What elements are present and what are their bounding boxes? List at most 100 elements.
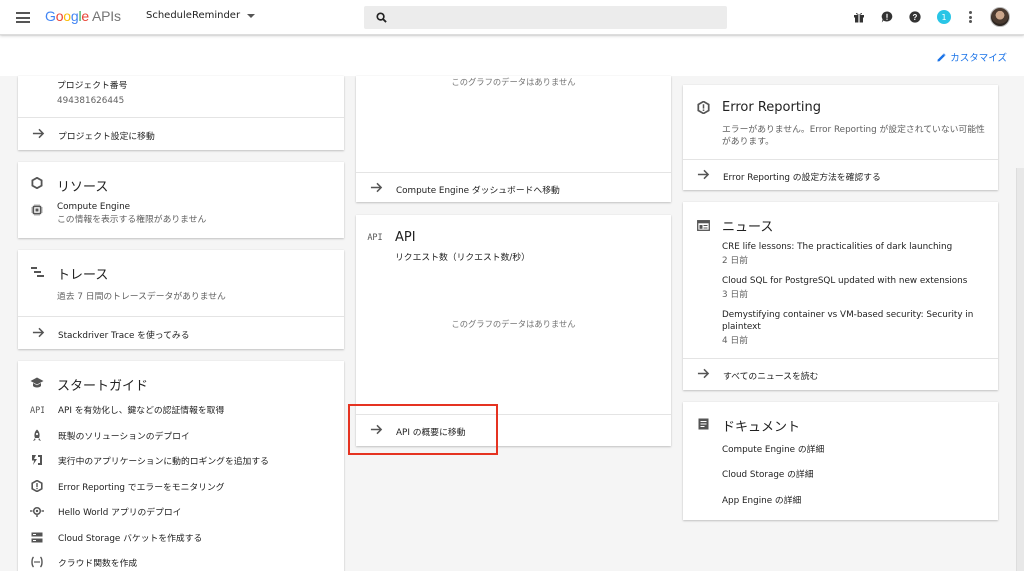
functions-icon	[30, 555, 44, 569]
guide-item[interactable]: Error Reporting でエラーをモニタリング	[18, 477, 338, 495]
highlight-box	[348, 404, 498, 455]
school-icon	[30, 376, 44, 390]
search-input[interactable]	[364, 6, 727, 29]
error-reporting-icon	[30, 479, 44, 493]
resources-icon	[30, 176, 44, 190]
guide-item-label: Cloud Storage バケットを作成する	[58, 534, 203, 544]
project-selector[interactable]: ScheduleReminder	[146, 10, 256, 21]
api-icon: API	[367, 233, 383, 243]
dashboard-toolbar: カスタマイズ	[0, 36, 1024, 76]
guide-item[interactable]: Cloud Storage バケットを作成する	[18, 528, 338, 546]
divider	[683, 358, 998, 359]
project-number: 494381626445	[57, 96, 125, 106]
app-engine-icon	[30, 504, 44, 518]
resources-card: リソース Compute Engine この情報を表示する権限がありません	[18, 162, 344, 238]
trace-card: トレース 過去 7 日間のトレースデータがありません Stackdriver T…	[18, 250, 344, 349]
guide-item-label: Error Reporting でエラーをモニタリング	[58, 483, 225, 493]
doc-link[interactable]: Cloud Storage の詳細	[722, 469, 814, 481]
more-vert-icon[interactable]	[969, 11, 973, 25]
arrow-right-icon	[32, 128, 45, 139]
error-reporting-card: Error Reporting エラーがありません。Error Reportin…	[683, 85, 998, 190]
permission-note: この情報を表示する権限がありません	[57, 215, 207, 225]
doc-link[interactable]: App Engine の詳細	[722, 495, 801, 507]
customize-button[interactable]: カスタマイズ	[937, 50, 1007, 64]
news-item-age: 4 日前	[722, 336, 748, 346]
trace-note: 過去 7 日間のトレースデータがありません	[57, 292, 226, 302]
guide-item-label: Hello World アプリのデプロイ	[58, 508, 182, 518]
arrow-right-icon	[32, 327, 45, 338]
documentation-card: ドキュメント Compute Engine の詳細 Cloud Storage …	[683, 402, 998, 520]
trace-title: トレース	[57, 268, 109, 283]
divider	[356, 172, 671, 173]
gift-icon[interactable]	[852, 10, 866, 24]
api-subtitle: リクエスト数（リクエスト数/秒）	[395, 253, 530, 263]
no-chart-data: このグラフのデータはありません	[451, 77, 576, 87]
svg-text:?: ?	[913, 13, 918, 22]
error-reporting-setup-link[interactable]: Error Reporting の設定方法を確認する	[683, 161, 998, 189]
news-item-title[interactable]: Demystifying container vs VM-based secur…	[722, 309, 982, 333]
error-reporting-title: Error Reporting	[722, 100, 822, 115]
chevron-down-icon	[247, 13, 256, 18]
news-item-title[interactable]: Cloud SQL for PostgreSQL updated with ne…	[722, 275, 988, 287]
feedback-icon[interactable]	[880, 10, 894, 24]
try-stackdriver-trace-link[interactable]: Stackdriver Trace を使ってみる	[18, 319, 344, 347]
error-reporting-text: エラーがありません。Error Reporting が設定されていない可能性があ…	[722, 125, 985, 147]
read-all-news-label: すべてのニュースを読む	[723, 372, 819, 382]
notifications-badge[interactable]: 1	[937, 10, 951, 24]
project-number-label: プロジェクト番号	[57, 81, 128, 91]
pencil-icon	[937, 52, 946, 62]
error-reporting-icon	[696, 100, 710, 114]
guide-item-label: 実行中のアプリケーションに動的ロギングを追加する	[58, 457, 269, 467]
compute-dashboard-label: Compute Engine ダッシュボードへ移動	[396, 186, 560, 196]
project-info-card: プロジェクト番号 494381626445 プロジェクト設定に移動	[18, 76, 344, 150]
news-card: ニュース CRE life lessons: The practicalitie…	[683, 202, 998, 390]
page-scrollbar[interactable]	[1016, 168, 1024, 571]
storage-icon	[30, 530, 44, 544]
no-chart-data: このグラフのデータはありません	[451, 319, 576, 329]
google-apis-logo[interactable]: Google APIs	[45, 8, 121, 24]
news-icon	[696, 218, 710, 232]
compute-dashboard-link[interactable]: Compute Engine ダッシュボードへ移動	[356, 174, 671, 202]
arrow-right-icon	[697, 169, 710, 180]
divider	[18, 117, 344, 118]
try-stackdriver-trace-label: Stackdriver Trace を使ってみる	[58, 331, 190, 341]
project-name: ScheduleReminder	[146, 10, 241, 21]
project-settings-link[interactable]: プロジェクト設定に移動	[18, 120, 344, 148]
doc-link[interactable]: Compute Engine の詳細	[722, 444, 824, 456]
guide-item[interactable]: API API を有効化し、鍵などの認証情報を取得	[18, 400, 338, 418]
read-all-news-link[interactable]: すべてのニュースを読む	[683, 360, 998, 388]
svg-text:API: API	[30, 406, 44, 414]
guide-item-label: クラウド関数を作成	[58, 559, 138, 569]
guide-item-label: 既製のソリューションのデプロイ	[58, 432, 190, 442]
arrow-right-icon	[370, 182, 383, 193]
getting-started-title: スタートガイド	[57, 379, 149, 394]
rocket-icon	[30, 428, 44, 442]
avatar[interactable]	[990, 7, 1010, 27]
top-bar: Google APIs ScheduleReminder ? 1	[0, 0, 1024, 35]
debug-icon	[30, 453, 44, 467]
getting-started-card: スタートガイド API API を有効化し、鍵などの認証情報を取得 既製のソリュ…	[18, 361, 344, 571]
guide-item[interactable]: 既製のソリューションのデプロイ	[18, 426, 338, 444]
arrow-right-icon	[697, 368, 710, 379]
guide-item[interactable]: Hello World アプリのデプロイ	[18, 502, 338, 520]
project-settings-label: プロジェクト設定に移動	[58, 132, 155, 142]
documentation-title: ドキュメント	[722, 420, 801, 435]
news-item-age: 3 日前	[722, 290, 748, 300]
news-item-title[interactable]: CRE life lessons: The practicalities of …	[722, 241, 988, 253]
search-icon	[376, 12, 387, 23]
guide-item[interactable]: 実行中のアプリケーションに動的ロギングを追加する	[18, 451, 338, 469]
resources-title: リソース	[57, 180, 109, 195]
compute-engine-icon	[30, 203, 44, 217]
api-icon: API	[30, 402, 44, 416]
compute-engine-link[interactable]: Compute Engine	[57, 201, 130, 213]
news-title: ニュース	[722, 220, 774, 235]
divider	[683, 159, 998, 160]
compute-engine-card: このグラフのデータはありません Compute Engine ダッシュボードへ移…	[356, 76, 671, 202]
guide-item[interactable]: クラウド関数を作成	[18, 553, 338, 571]
api-title: API	[395, 230, 416, 245]
news-item-age: 2 日前	[722, 256, 748, 266]
menu-icon[interactable]	[16, 12, 30, 23]
guide-item-label: API を有効化し、鍵などの認証情報を取得	[58, 406, 225, 416]
help-icon[interactable]: ?	[908, 10, 922, 24]
customize-label: カスタマイズ	[950, 53, 1007, 64]
